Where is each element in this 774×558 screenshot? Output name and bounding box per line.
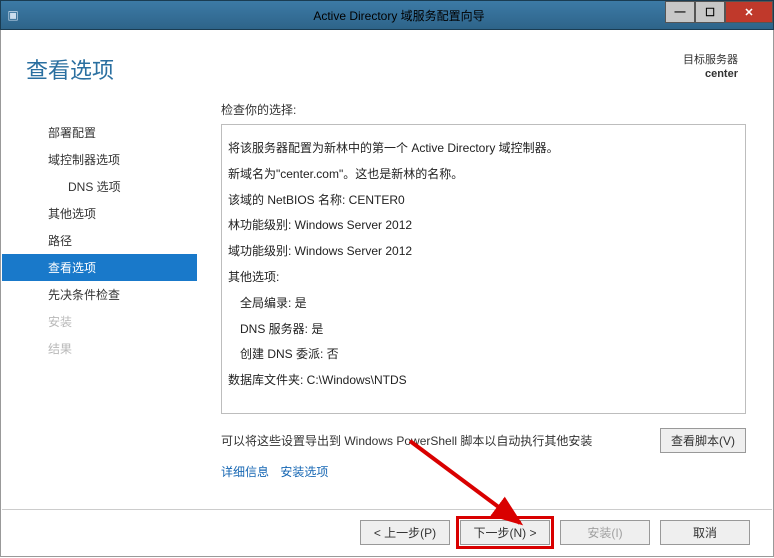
next-button[interactable]: 下一步(N) >: [460, 520, 550, 545]
review-selections-textbox[interactable]: 将该服务器配置为新林中的第一个 Active Directory 域控制器。新域…: [221, 124, 746, 414]
install-button: 安装(I): [560, 520, 650, 545]
wizard-footer: < 上一步(P) 下一步(N) > 安装(I) 取消: [2, 509, 772, 555]
step-other-options[interactable]: 其他选项: [2, 200, 197, 227]
review-line: 创建 DNS 委派: 否: [228, 345, 739, 365]
page-title: 查看选项: [26, 53, 114, 85]
wizard-steps-sidebar: 部署配置 域控制器选项 DNS 选项 其他选项 路径 查看选项 先决条件检查 安…: [2, 101, 197, 509]
target-server-name: center: [683, 67, 738, 81]
step-paths[interactable]: 路径: [2, 227, 197, 254]
app-icon: ▣: [1, 8, 25, 22]
maximize-button[interactable]: ☐: [695, 1, 725, 23]
step-deployment-config[interactable]: 部署配置: [2, 119, 197, 146]
export-hint: 可以将这些设置导出到 Windows PowerShell 脚本以自动执行其他安…: [221, 432, 592, 449]
titlebar: ▣ Active Directory 域服务配置向导 — ☐ ✕: [0, 0, 774, 30]
review-line: 全局编录: 是: [228, 294, 739, 314]
step-dns-options[interactable]: DNS 选项: [2, 173, 197, 200]
step-install: 安装: [2, 308, 197, 335]
view-script-button[interactable]: 查看脚本(V): [660, 428, 746, 453]
step-results: 结果: [2, 335, 197, 362]
review-line: 域功能级别: Windows Server 2012: [228, 242, 739, 262]
review-line: 数据库文件夹: C:\Windows\NTDS: [228, 371, 739, 391]
step-prereq-check[interactable]: 先决条件检查: [2, 281, 197, 308]
step-review-options[interactable]: 查看选项: [2, 254, 197, 281]
review-line: 林功能级别: Windows Server 2012: [228, 216, 739, 236]
previous-button[interactable]: < 上一步(P): [360, 520, 450, 545]
details-link[interactable]: 详细信息: [221, 465, 269, 479]
target-server-info: 目标服务器 center: [683, 53, 738, 82]
wizard-frame: 查看选项 目标服务器 center 部署配置 域控制器选项 DNS 选项 其他选…: [0, 30, 774, 557]
instruction-label: 检查你的选择:: [197, 101, 746, 118]
step-dc-options[interactable]: 域控制器选项: [2, 146, 197, 173]
window-title: Active Directory 域服务配置向导: [25, 7, 773, 24]
main-content: 检查你的选择: 将该服务器配置为新林中的第一个 Active Directory…: [197, 101, 768, 509]
review-line: 新域名为"center.com"。这也是新林的名称。: [228, 165, 739, 185]
target-server-label: 目标服务器: [683, 53, 738, 67]
close-button[interactable]: ✕: [725, 1, 773, 23]
wizard-header: 查看选项 目标服务器 center: [2, 31, 772, 91]
review-line: DNS 服务器: 是: [228, 320, 739, 340]
window-controls: — ☐ ✕: [665, 1, 773, 23]
review-line: 其他选项:: [228, 268, 739, 288]
minimize-button[interactable]: —: [665, 1, 695, 23]
install-options-link[interactable]: 安装选项: [280, 465, 328, 479]
review-line: 该域的 NetBIOS 名称: CENTER0: [228, 191, 739, 211]
review-line: 将该服务器配置为新林中的第一个 Active Directory 域控制器。: [228, 139, 739, 159]
cancel-button[interactable]: 取消: [660, 520, 750, 545]
